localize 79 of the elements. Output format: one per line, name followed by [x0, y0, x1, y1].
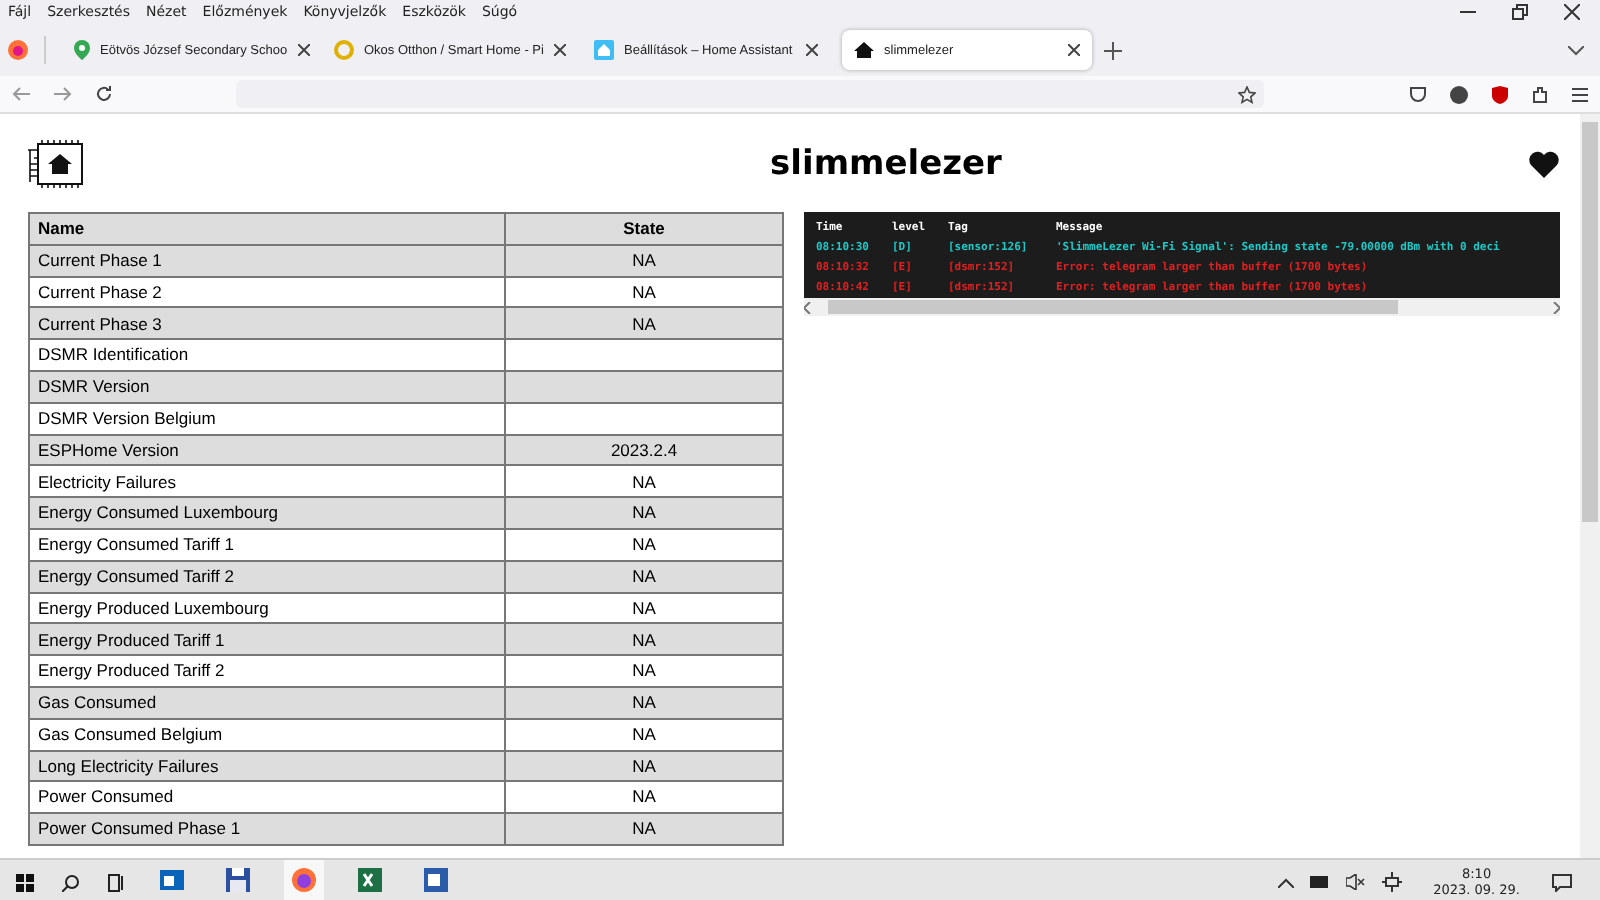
horizontal-scrollbar[interactable]	[804, 298, 1560, 316]
reload-icon[interactable]	[96, 86, 112, 102]
ring-icon	[334, 40, 354, 60]
table-cell: NA	[505, 560, 783, 593]
chevron-down-icon[interactable]	[1568, 45, 1584, 55]
close-icon[interactable]	[806, 44, 818, 56]
scroll-left-icon[interactable]	[804, 301, 812, 313]
table-cell: ESPHome Version	[29, 434, 505, 466]
network-icon[interactable]	[1381, 872, 1402, 892]
pocket-icon[interactable]	[1410, 86, 1426, 102]
table-cell: DSMR Version	[29, 370, 505, 403]
table-cell: Current Phase 2	[29, 276, 505, 308]
column-header: Name	[29, 213, 505, 245]
forward-icon[interactable]	[54, 86, 72, 102]
mail-app-icon	[158, 866, 186, 894]
close-icon[interactable]	[1564, 4, 1580, 20]
restore-icon[interactable]	[1512, 4, 1528, 20]
table-cell: NA	[505, 497, 783, 529]
table-cell: NA	[505, 244, 783, 277]
table-cell: Energy Consumed Tariff 2	[29, 560, 505, 593]
table-cell: NA	[505, 592, 783, 624]
close-icon[interactable]	[297, 44, 310, 56]
battery-icon[interactable]	[1309, 876, 1330, 888]
table-cell: Current Phase 1	[29, 244, 505, 277]
chevron-up-icon[interactable]	[1277, 877, 1294, 887]
start-icon[interactable]	[16, 873, 34, 891]
table-cell: NA	[505, 276, 783, 308]
spreadsheet-app-icon	[356, 866, 384, 894]
table-cell: NA	[505, 623, 783, 656]
table-cell: NA	[505, 686, 783, 719]
task-view-icon[interactable]	[108, 873, 126, 891]
table-cell: NA	[505, 781, 783, 814]
table-cell: Current Phase 3	[29, 307, 505, 340]
table-cell: Energy Produced Tariff 2	[29, 655, 505, 687]
table-cell: Power Consumed	[29, 781, 505, 814]
shield-icon[interactable]	[1492, 85, 1508, 103]
table-cell: 2023.2.4	[505, 434, 783, 466]
house-icon	[854, 40, 874, 60]
star-icon[interactable]	[1238, 85, 1256, 103]
table-cell: DSMR Identification	[29, 339, 505, 371]
heart-icon[interactable]	[1528, 149, 1560, 177]
table-cell: Power Consumed Phase 1	[29, 813, 505, 845]
table-cell: NA	[505, 528, 783, 561]
browser-icon	[290, 866, 318, 894]
table-cell: Energy Consumed Tariff 1	[29, 528, 505, 561]
document-app-icon	[422, 866, 450, 894]
notification-icon[interactable]	[1552, 873, 1572, 891]
map-pin-icon	[74, 40, 90, 60]
close-icon[interactable]	[1068, 44, 1080, 56]
address-field[interactable]	[236, 80, 1264, 108]
table-cell: Energy Consumed Luxembourg	[29, 497, 505, 529]
table-cell: NA	[505, 655, 783, 687]
back-icon[interactable]	[12, 86, 30, 102]
table-cell: NA	[505, 718, 783, 751]
table-cell: Energy Produced Tariff 1	[29, 623, 505, 656]
table-cell: Electricity Failures	[29, 465, 505, 498]
page-title: slimmelezer	[770, 143, 1002, 183]
vertical-scrollbar[interactable]	[1580, 114, 1600, 858]
table-cell: Long Electricity Failures	[29, 750, 505, 782]
table-cell: Energy Produced Luxembourg	[29, 592, 505, 624]
muted-speaker-icon[interactable]	[1345, 874, 1366, 890]
plus-icon[interactable]	[1104, 41, 1122, 59]
house-icon	[594, 40, 614, 60]
table-cell: NA	[505, 307, 783, 340]
puzzle-icon[interactable]	[1532, 85, 1548, 103]
table-cell: NA	[505, 465, 783, 498]
table-cell: NA	[505, 750, 783, 782]
table-cell: Gas Consumed Belgium	[29, 718, 505, 751]
search-icon[interactable]	[62, 873, 80, 891]
extension-badge-icon[interactable]	[1450, 85, 1468, 103]
table-cell: Gas Consumed	[29, 686, 505, 719]
table-cell: NA	[505, 813, 783, 845]
menu-icon[interactable]	[1572, 87, 1588, 101]
taskbar-button[interactable]	[284, 860, 324, 900]
close-icon[interactable]	[553, 44, 566, 56]
table-cell: DSMR Version Belgium	[29, 402, 505, 435]
scroll-right-icon[interactable]	[1552, 301, 1560, 313]
browser-logo-icon[interactable]	[8, 40, 28, 60]
column-header: State	[505, 213, 783, 245]
